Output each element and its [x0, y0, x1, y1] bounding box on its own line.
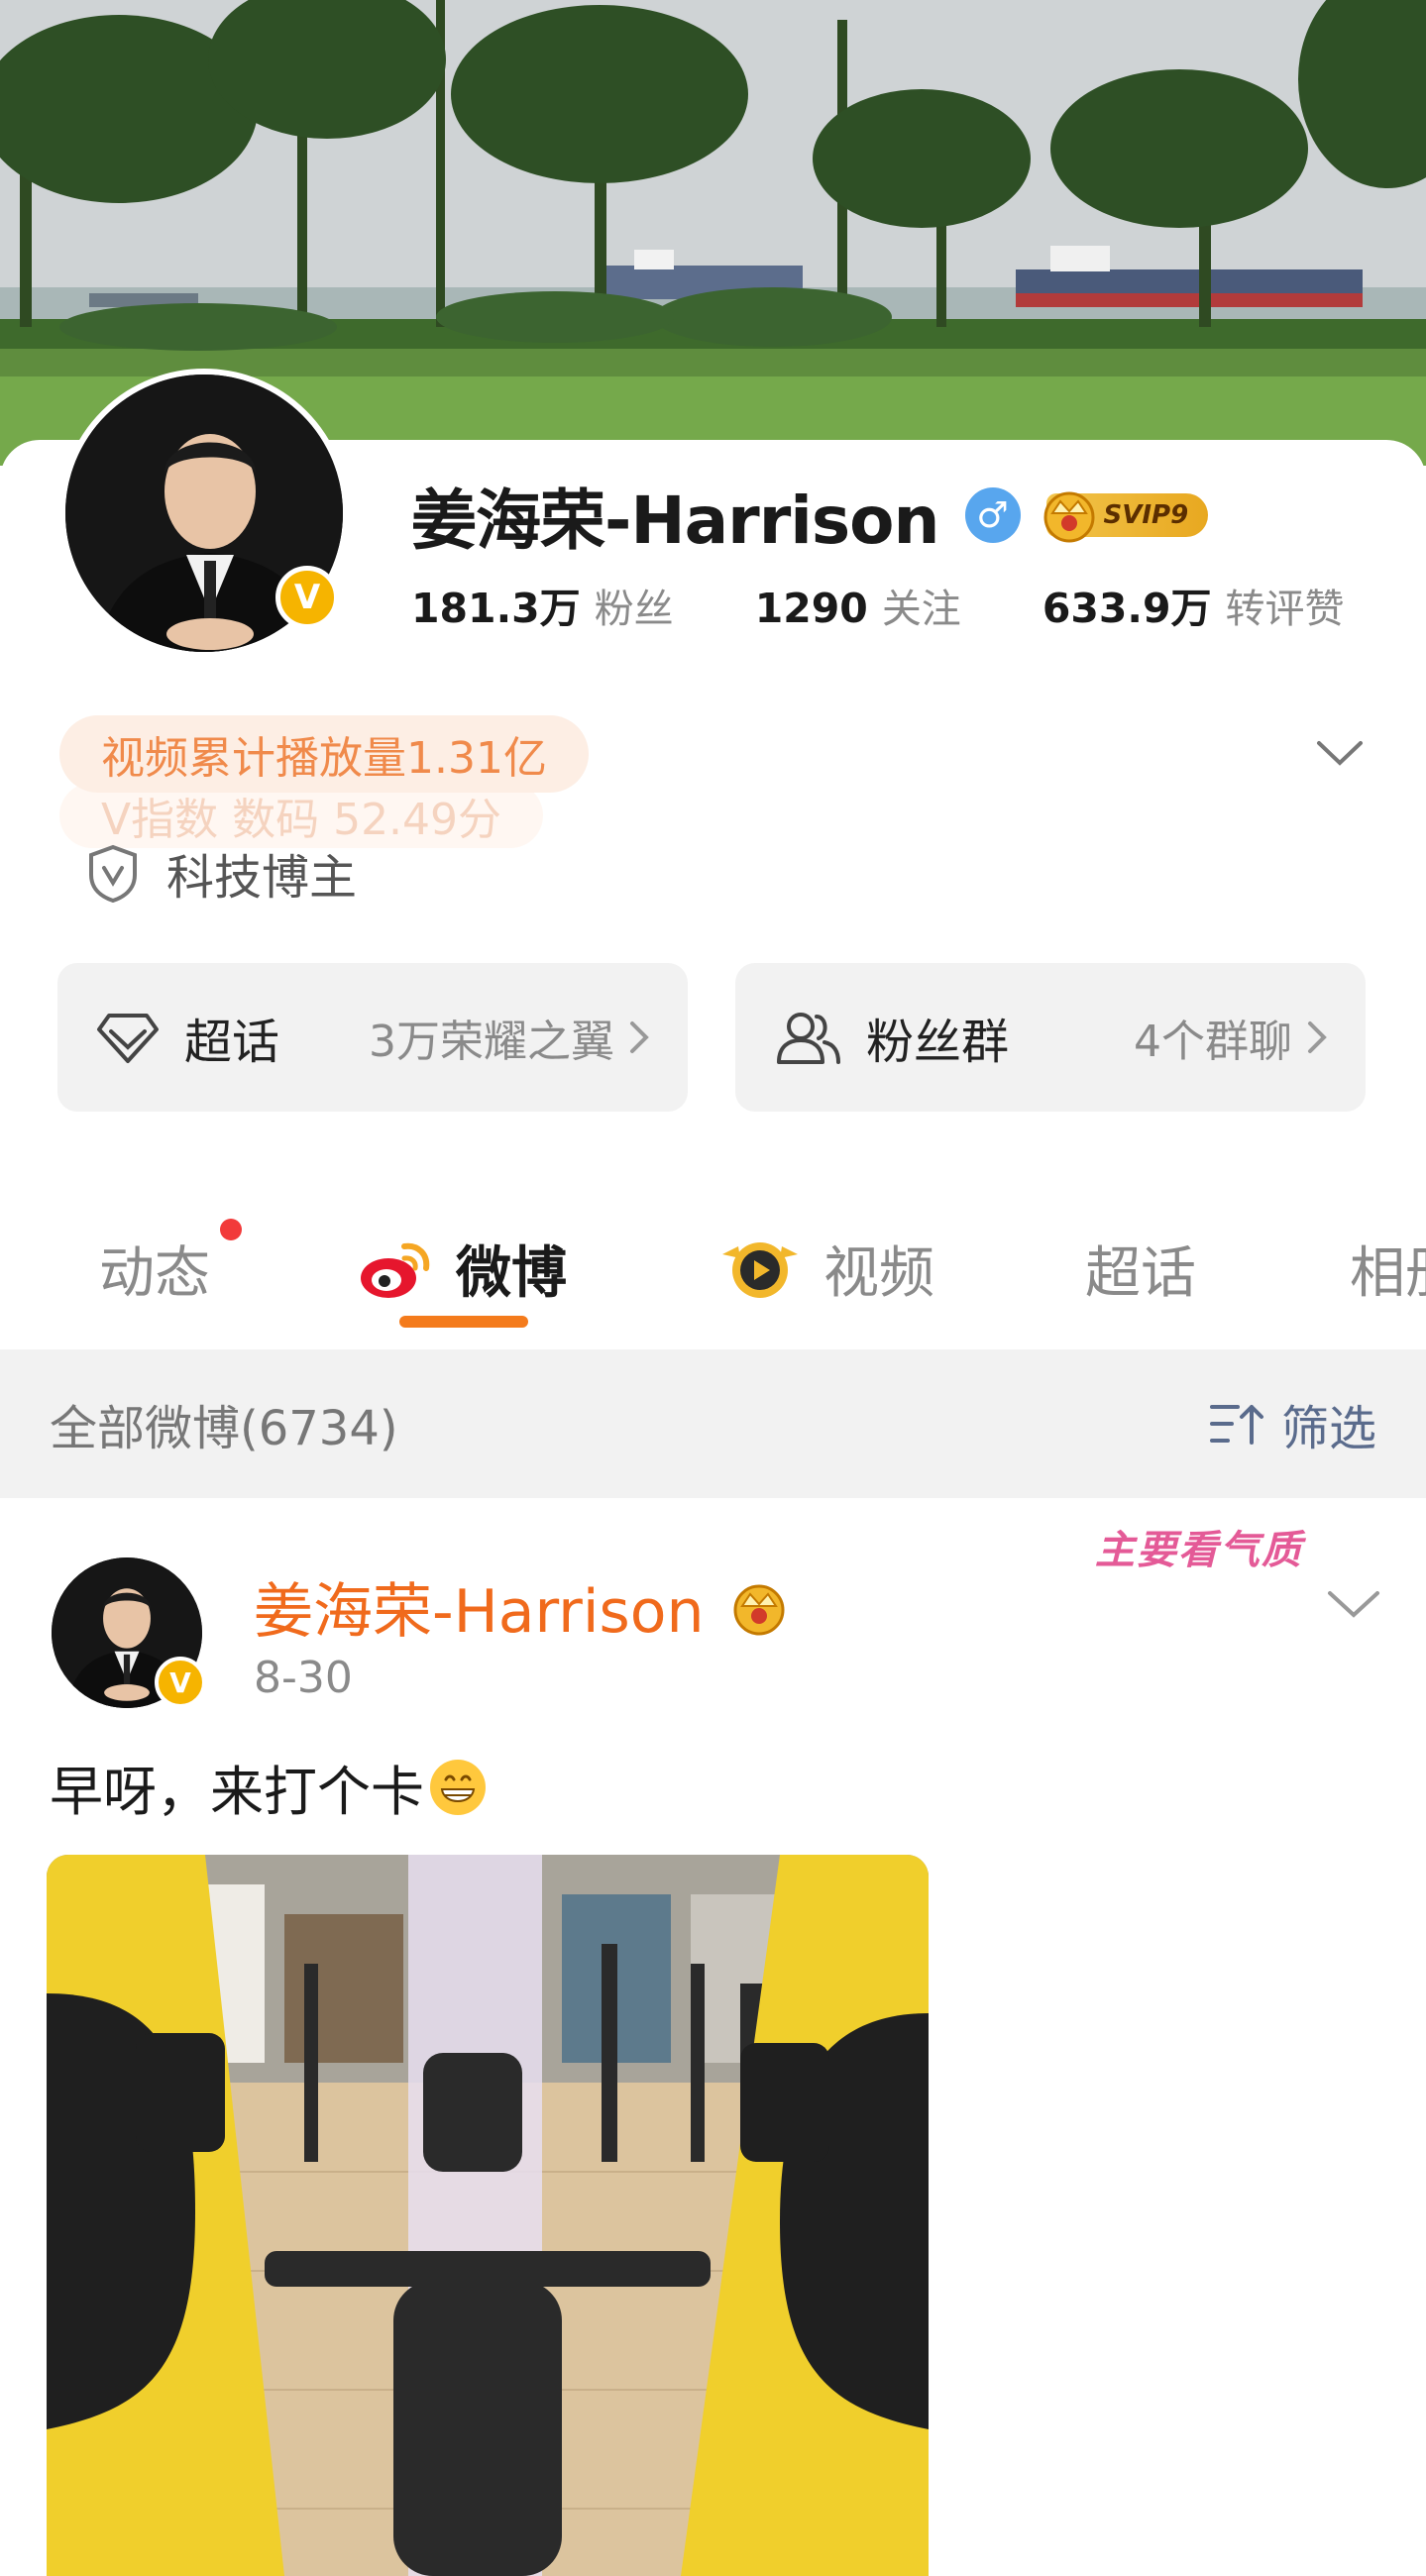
active-tab-indicator	[399, 1316, 528, 1328]
post-image[interactable]	[47, 1855, 929, 2576]
post-count-label: 全部微博(6734)	[50, 1401, 398, 1456]
engagement-count: 633.9万	[1042, 585, 1212, 632]
notification-dot	[220, 1219, 242, 1240]
verified-badge-icon: V	[155, 1657, 206, 1708]
profile-name-row: 姜海荣-Harrison ♂ SVIP9	[411, 466, 1209, 565]
crown-icon	[1043, 491, 1094, 543]
gym-photo	[47, 1855, 929, 2576]
post-decoration-sticker: 主要看气质	[1095, 1528, 1303, 1573]
fan-group-tile[interactable]: 粉丝群 4个群聊	[735, 963, 1366, 1112]
grin-face	[432, 1761, 484, 1813]
tab-video[interactable]: 视频	[718, 1229, 934, 1309]
diamond-icon	[97, 1014, 159, 1063]
fan-group-sub: 4个群聊	[1134, 1006, 1328, 1069]
sort-filter-icon	[1209, 1405, 1263, 1445]
video-play-icon	[722, 1241, 798, 1298]
crown-icon	[733, 1584, 785, 1635]
super-topic-sub: 3万荣耀之翼	[369, 1006, 650, 1069]
post-date: 8-30	[254, 1653, 353, 1703]
super-topic-label: 超话	[184, 1015, 280, 1070]
category-tag-label: 科技博主	[166, 850, 358, 906]
super-topic-tile[interactable]: 超话 3万荣耀之翼	[57, 963, 688, 1112]
followers-count: 181.3万	[411, 585, 581, 632]
svip-label: SVIP9	[1103, 500, 1189, 530]
filter-button[interactable]: 筛选	[1208, 1389, 1376, 1458]
post-text-content: 早呀，来打个卡	[50, 1761, 424, 1823]
following-stat[interactable]: 1290 关注	[755, 577, 961, 634]
profile-stats: 181.3万 粉丝 1290 关注 633.9万 转评赞	[411, 575, 1426, 634]
post-menu-chevron-icon[interactable]	[1324, 1581, 1383, 1625]
tab-weibo[interactable]: 微博	[357, 1229, 567, 1309]
followers-stat[interactable]: 181.3万 粉丝	[411, 575, 674, 634]
tab-album-label: 相册	[1350, 1241, 1426, 1306]
super-topic-sub-text: 3万荣耀之翼	[369, 1017, 614, 1067]
post-card[interactable]: V 姜海荣-Harrison 8-30 主要看气质 早呀，来打个卡	[0, 1498, 1426, 2576]
tab-weibo-label: 微博	[456, 1241, 567, 1306]
tab-feed[interactable]: 动态	[99, 1229, 210, 1309]
chevron-right-icon	[1308, 1021, 1327, 1053]
video-plays-pill[interactable]: 视频累计播放量1.31亿	[59, 715, 589, 793]
tab-feed-label: 动态	[99, 1241, 210, 1306]
following-label: 关注	[881, 587, 961, 632]
group-users-icon	[777, 1013, 840, 1064]
fan-group-label: 粉丝群	[866, 1015, 1010, 1070]
profile-tabs: 动态 微博 视频 超话 相册	[0, 1199, 1426, 1347]
post-text: 早呀，来打个卡	[50, 1748, 486, 1826]
tab-video-label: 视频	[823, 1241, 934, 1306]
weibo-logo-icon	[361, 1242, 430, 1298]
tab-super-topic[interactable]: 超话	[1085, 1229, 1196, 1309]
male-gender-icon: ♂	[964, 487, 1021, 543]
followers-label: 粉丝	[594, 587, 674, 632]
fan-group-sub-text: 4个群聊	[1134, 1017, 1292, 1067]
profile-name: 姜海荣-Harrison	[411, 483, 939, 559]
verified-badge-icon: V	[275, 566, 339, 629]
svip-badge[interactable]: SVIP9	[1043, 491, 1209, 543]
post-author-name[interactable]: 姜海荣-Harrison	[254, 1563, 704, 1650]
category-tag: 科技博主	[85, 838, 357, 908]
filter-label: 筛选	[1280, 1401, 1376, 1456]
following-count: 1290	[754, 585, 868, 632]
chevron-right-icon	[630, 1021, 649, 1053]
post-author-row: 姜海荣-Harrison	[254, 1563, 797, 1650]
engagement-stat[interactable]: 633.9万 转评赞	[1042, 575, 1345, 634]
engagement-label: 转评赞	[1225, 587, 1345, 632]
expand-chevron-icon[interactable]	[1313, 733, 1367, 773]
filter-bar: 全部微博(6734) 筛选	[0, 1349, 1426, 1498]
tab-super-topic-label: 超话	[1085, 1241, 1196, 1306]
tab-album[interactable]: 相册	[1350, 1229, 1426, 1309]
grin-emoji-icon	[430, 1759, 486, 1815]
shield-v-icon	[89, 844, 137, 903]
